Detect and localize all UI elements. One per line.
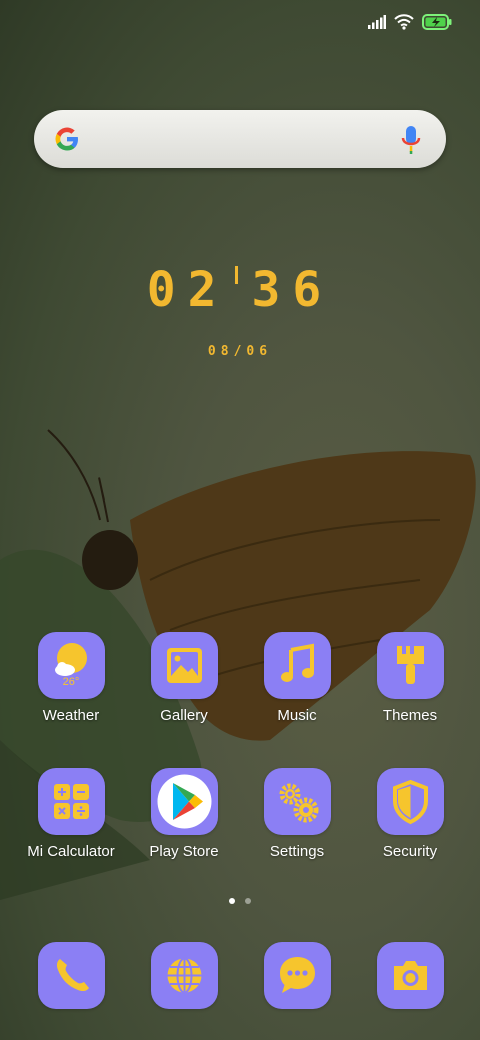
play-store-icon	[150, 768, 218, 835]
page-dot-active[interactable]	[229, 898, 235, 904]
themes-brush-icon	[376, 632, 444, 699]
dock-messages[interactable]	[242, 942, 352, 1009]
app-music[interactable]: Music	[242, 632, 352, 724]
dock-browser[interactable]	[129, 942, 239, 1009]
app-settings[interactable]: Settings	[242, 768, 352, 860]
app-label: Play Store	[149, 843, 219, 860]
settings-gears-icon	[263, 768, 331, 835]
app-mi-calculator[interactable]: Mi Calculator	[16, 768, 126, 860]
search-input[interactable]	[94, 122, 388, 158]
signal-icon	[368, 15, 386, 29]
phone-icon	[37, 942, 105, 1009]
app-label: Music	[277, 707, 317, 724]
app-play-store[interactable]: Play Store	[129, 768, 239, 860]
clock-widget[interactable]: 02 36	[0, 262, 480, 318]
app-security[interactable]: Security	[355, 768, 465, 860]
google-logo-icon	[55, 127, 78, 151]
date-label: 08/06	[207, 344, 273, 359]
dock-phone[interactable]	[16, 942, 126, 1009]
app-label: Settings	[269, 843, 325, 860]
app-label: Security	[382, 843, 438, 860]
clock-hours: 02	[146, 262, 229, 318]
clock-separator	[234, 266, 238, 284]
music-icon	[263, 632, 331, 699]
app-label: Themes	[382, 707, 438, 724]
gallery-icon	[150, 632, 218, 699]
weather-temp: 26°	[62, 676, 80, 688]
page-indicator[interactable]	[0, 898, 480, 904]
messages-icon	[263, 942, 331, 1009]
weather-icon: 26°	[37, 632, 105, 699]
calculator-icon	[37, 768, 105, 835]
microphone-icon[interactable]	[400, 124, 422, 156]
app-themes[interactable]: Themes	[355, 632, 465, 724]
app-label: Weather	[42, 707, 100, 724]
status-bar	[368, 8, 452, 36]
dock-camera[interactable]	[355, 942, 465, 1009]
page-dot[interactable]	[245, 898, 251, 904]
security-shield-icon	[376, 768, 444, 835]
browser-globe-icon	[150, 942, 218, 1009]
google-search-bar[interactable]	[34, 110, 446, 168]
wifi-icon	[394, 14, 414, 30]
camera-icon	[376, 942, 444, 1009]
app-label: Gallery	[160, 707, 208, 724]
app-label: Mi Calculator	[27, 843, 115, 860]
app-weather[interactable]: 26° Weather	[16, 632, 126, 724]
battery-charging-icon	[422, 14, 452, 30]
clock-minutes: 36	[251, 262, 334, 318]
app-gallery[interactable]: Gallery	[129, 632, 239, 724]
